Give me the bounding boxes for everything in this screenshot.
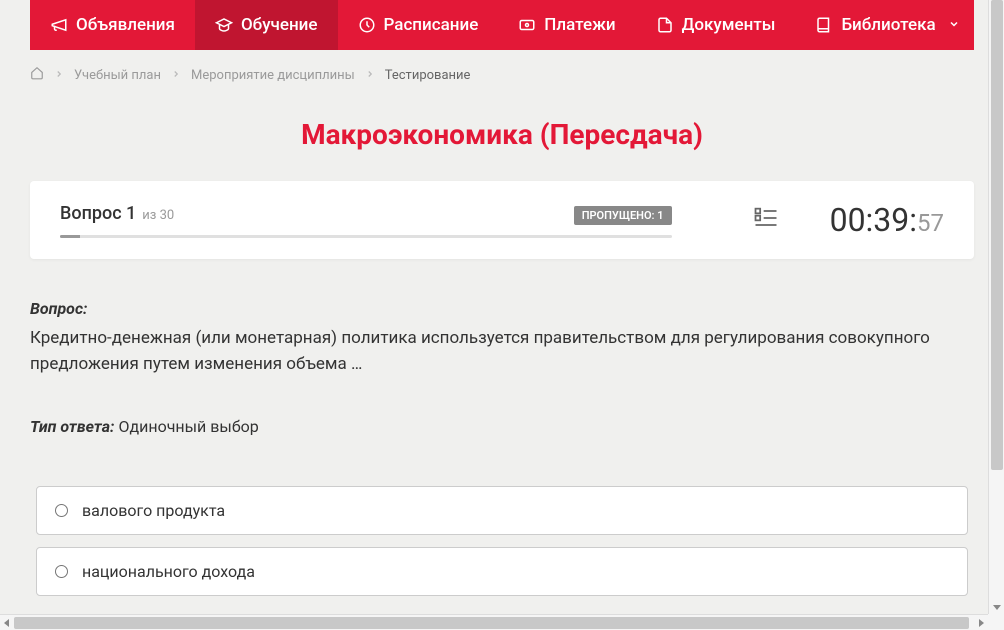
question-progress: Вопрос 1 из 30 ПРОПУЩЕНО: 1 — [60, 203, 672, 238]
answer-text: валового продукта — [82, 501, 225, 520]
graduation-cap-icon — [215, 16, 233, 34]
horizontal-scrollbar-thumb[interactable] — [14, 617, 969, 629]
megaphone-icon — [50, 16, 68, 34]
question-list-button[interactable] — [752, 204, 780, 236]
answer-text: национального дохода — [82, 562, 255, 581]
scroll-left-arrow-icon[interactable] — [4, 619, 9, 627]
question-heading: Вопрос: — [30, 299, 974, 318]
nav-label: Библиотека — [841, 15, 935, 35]
question-body: Вопрос: Кредитно-денежная (или монетарна… — [30, 299, 974, 596]
nav-payments[interactable]: Платежи — [498, 0, 635, 50]
question-text: Кредитно-денежная (или монетарная) полит… — [30, 326, 974, 377]
document-icon — [656, 16, 674, 34]
answer-type-value: Одиночный выбор — [114, 417, 258, 436]
status-card: Вопрос 1 из 30 ПРОПУЩЕНО: 1 00:39:57 — [30, 181, 974, 259]
home-icon — [30, 66, 44, 80]
nav-label: Объявления — [76, 15, 175, 35]
answer-option[interactable]: валового продукта — [36, 486, 968, 535]
question-number: Вопрос 1 — [60, 203, 136, 224]
scroll-right-arrow-icon[interactable] — [979, 619, 984, 627]
nav-label: Документы — [682, 15, 776, 35]
timer-seconds: 57 — [917, 209, 944, 237]
chevron-right-icon — [54, 68, 64, 83]
chevron-right-icon — [365, 68, 375, 83]
progress-fill — [60, 235, 80, 238]
nav-label: Платежи — [544, 15, 615, 35]
vertical-scrollbar[interactable] — [988, 0, 1004, 614]
scrollbar-corner — [988, 614, 1004, 630]
nav-library[interactable]: Библиотека — [795, 0, 979, 50]
main-navbar: Объявления Обучение Расписание Платежи Д… — [30, 0, 974, 50]
nav-announcements[interactable]: Объявления — [30, 0, 195, 50]
page-title: Макроэкономика (Пересдача) — [0, 118, 1004, 151]
nav-label: Обучение — [241, 15, 318, 35]
breadcrumb-discipline-event[interactable]: Мероприятие дисциплины — [191, 68, 355, 83]
breadcrumb-testing: Тестирование — [385, 68, 471, 83]
nav-label: Расписание — [384, 15, 479, 35]
question-total: из 30 — [142, 208, 174, 223]
timer: 00:39:57 — [830, 201, 944, 239]
vertical-scrollbar-thumb[interactable] — [991, 0, 1003, 470]
answer-radio[interactable] — [55, 504, 68, 517]
scroll-down-arrow-icon[interactable] — [993, 605, 1001, 610]
breadcrumb-curriculum[interactable]: Учебный план — [74, 68, 161, 83]
progress-bar — [60, 235, 672, 238]
answers-list: валового продукта национального дохода — [36, 486, 968, 596]
list-icon — [752, 204, 780, 232]
answer-type-row: Тип ответа: Одиночный выбор — [30, 417, 974, 436]
answer-radio[interactable] — [55, 565, 68, 578]
payment-icon — [518, 16, 536, 34]
nav-education[interactable]: Обучение — [195, 0, 338, 50]
chevron-down-icon — [948, 15, 960, 35]
breadcrumb: Учебный план Мероприятие дисциплины Тест… — [0, 50, 1004, 100]
breadcrumb-home[interactable] — [30, 66, 44, 84]
clock-icon — [358, 16, 376, 34]
nav-schedule[interactable]: Расписание — [338, 0, 499, 50]
horizontal-scrollbar[interactable] — [0, 614, 988, 630]
nav-documents[interactable]: Документы — [636, 0, 796, 50]
skipped-badge: ПРОПУЩЕНО: 1 — [574, 206, 672, 225]
answer-option[interactable]: национального дохода — [36, 547, 968, 596]
answer-type-label: Тип ответа: — [30, 417, 114, 436]
chevron-right-icon — [171, 68, 181, 83]
book-icon — [815, 16, 833, 34]
timer-main: 00:39: — [830, 201, 917, 239]
